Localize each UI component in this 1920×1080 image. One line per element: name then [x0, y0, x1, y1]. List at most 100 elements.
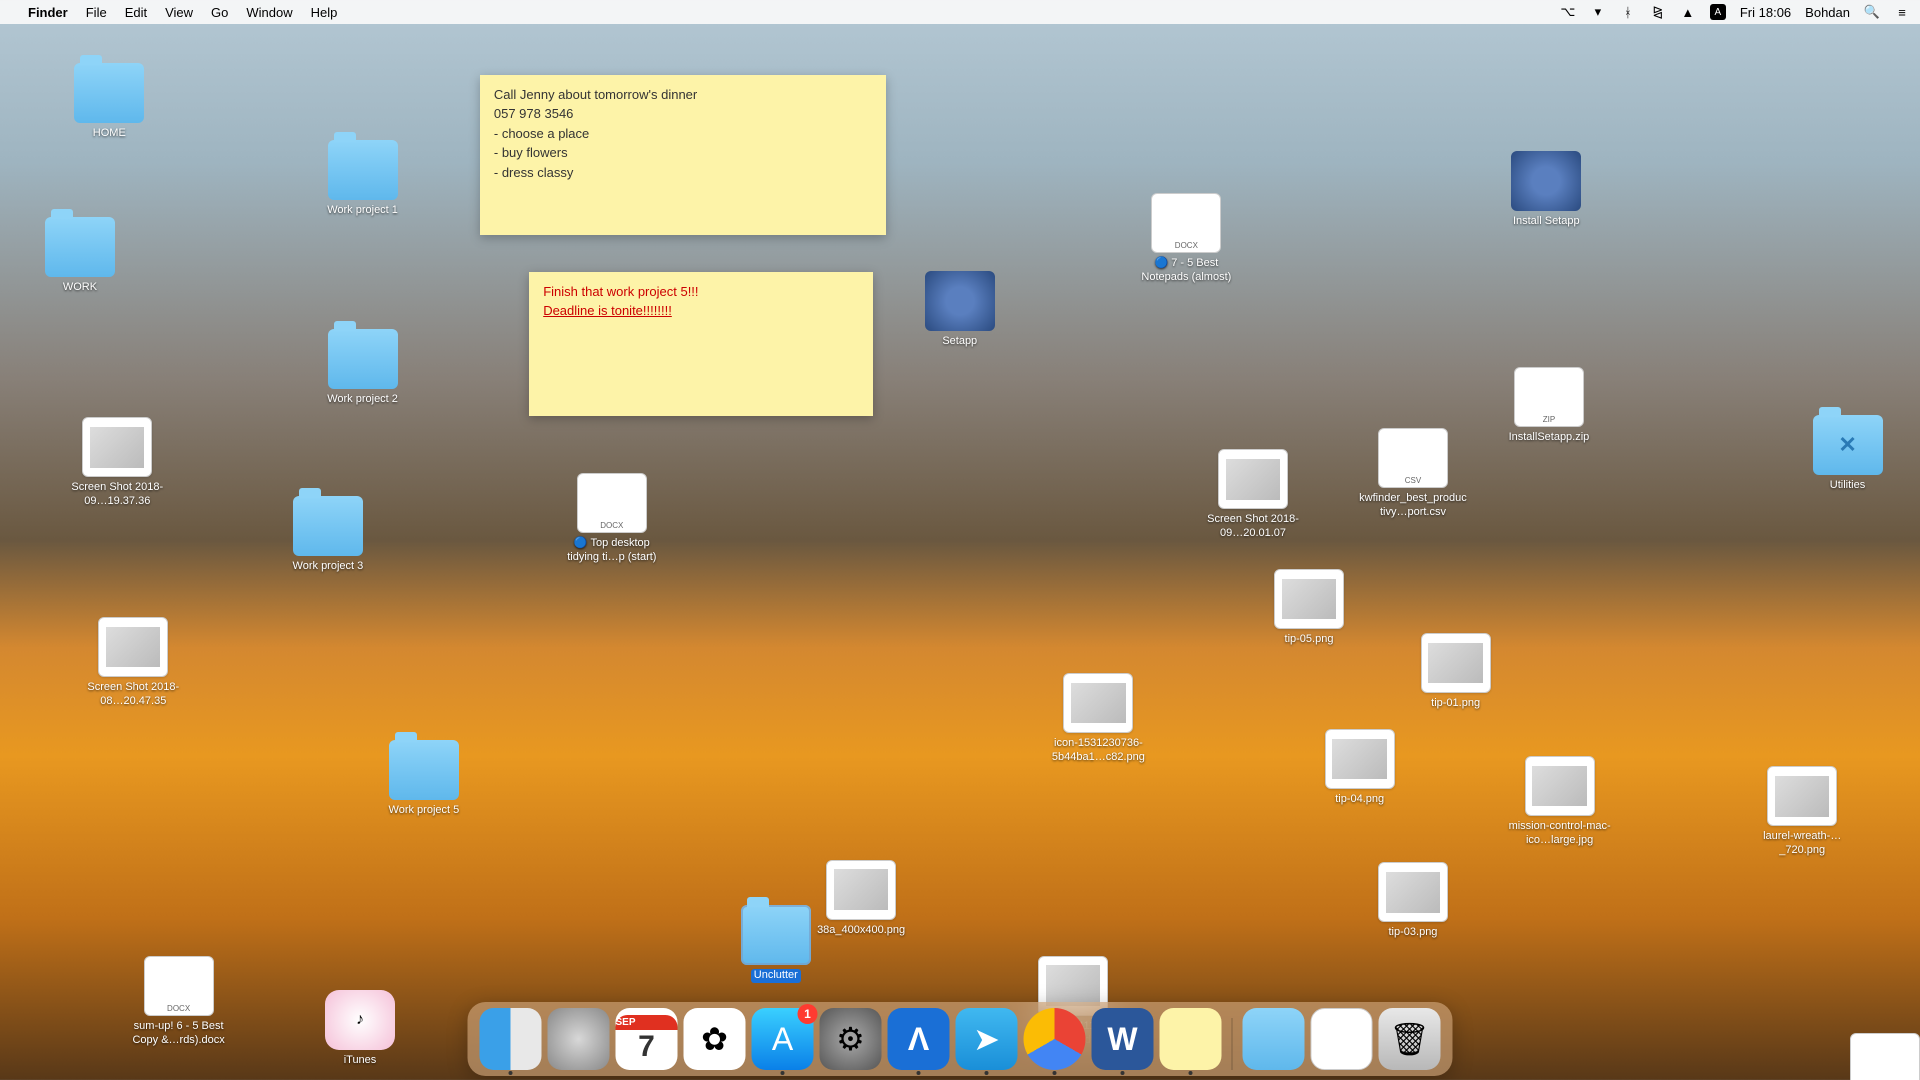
folder-icon — [293, 496, 363, 556]
desktop-item-label: Unclutter — [751, 969, 801, 983]
dock-chrome[interactable] — [1024, 1008, 1086, 1070]
desktop-item-24[interactable]: tip-01.png — [1401, 633, 1511, 711]
folder-icon — [74, 63, 144, 123]
dock: SEP7✿A1⚙Λ➤ W 🗑 — [468, 1002, 1453, 1076]
dock-photos[interactable]: ✿ — [684, 1008, 746, 1070]
sticky-line: - dress classy — [494, 163, 873, 183]
desktop-item-19[interactable]: Screen Shot 2018-09…20.01.07 — [1198, 449, 1308, 541]
desktop-item-label: Work project 3 — [293, 560, 364, 574]
desktop-item-4[interactable]: Work project 3 — [273, 496, 383, 574]
folder-icon — [328, 140, 398, 200]
desktop-item-2[interactable]: Work project 1 — [308, 140, 418, 218]
badge: 1 — [798, 1004, 818, 1024]
desktop-item-27[interactable]: InstallSetapp.zip — [1494, 367, 1604, 445]
dock-telegram[interactable]: ➤ — [956, 1008, 1018, 1070]
desktop-item-29[interactable]: laurel-wreath-…_720.png — [1747, 766, 1857, 858]
sticky-line: Deadline is tonite!!!!!!!! — [543, 301, 859, 321]
desktop-item-1[interactable]: WORK — [25, 217, 135, 295]
dock-folder[interactable] — [1243, 1008, 1305, 1070]
desktop-item-11[interactable]: 🔵 Top desktop tidying ti…p (start) — [557, 473, 667, 565]
desktop-item-30[interactable]: Utilities — [1793, 415, 1903, 493]
docx-icon — [144, 956, 214, 1016]
image-icon — [1063, 673, 1133, 733]
desktop-item-label: Install Setapp — [1513, 215, 1580, 229]
csv-icon — [1378, 428, 1448, 488]
desktop-item-label: Screen Shot 2018-09…20.01.07 — [1198, 513, 1308, 541]
desktop-item-8[interactable]: sum-up! 6 - 5 Best Copy &…rds).docx — [124, 956, 234, 1048]
sticky-line: - choose a place — [494, 124, 873, 144]
desktop-item-label: Utilities — [1830, 479, 1865, 493]
dock-trash[interactable]: 🗑 — [1379, 1008, 1441, 1070]
desktop-item-label: tip-05.png — [1285, 633, 1334, 647]
image-icon — [1218, 449, 1288, 509]
image-icon — [82, 417, 152, 477]
desktop-item-3[interactable]: Work project 2 — [308, 329, 418, 407]
image-icon — [1378, 862, 1448, 922]
desktop-item-label: Work project 1 — [327, 204, 398, 218]
desktop-item-label: Screen Shot 2018-09…19.37.36 — [62, 481, 172, 509]
dock-doc[interactable] — [1311, 1008, 1373, 1070]
desktop-item-31[interactable]: Unclutter Note 2018-09…9.33.txt — [1830, 1033, 1920, 1080]
desktop-item-21[interactable]: tip-04.png — [1305, 729, 1415, 807]
image-icon — [1767, 766, 1837, 826]
sticky-line: Call Jenny about tomorrow's dinner — [494, 85, 873, 105]
dock-settings[interactable]: ⚙ — [820, 1008, 882, 1070]
dock-launchpad[interactable] — [548, 1008, 610, 1070]
desktop-item-22[interactable]: tip-03.png — [1358, 862, 1468, 940]
desktop-item-label: icon-1531230736-5b44ba1…c82.png — [1043, 737, 1153, 765]
sticky-note-0[interactable]: Call Jenny about tomorrow's dinner057 97… — [480, 75, 887, 235]
desktop-item-23[interactable]: kwfinder_best_productivy…port.csv — [1358, 428, 1468, 520]
desktop-item-label: HOME — [93, 127, 126, 141]
folder-icon — [328, 329, 398, 389]
dock-appstore[interactable]: A1 — [752, 1008, 814, 1070]
image-icon — [1525, 756, 1595, 816]
dock-separator — [1232, 1018, 1233, 1070]
desktop-item-label: WORK — [63, 281, 97, 295]
desktop-item-28[interactable]: mission-control-mac-ico…large.jpg — [1505, 756, 1615, 848]
desktop-item-14[interactable]: Unclutter — [721, 905, 831, 983]
sticky-note-1[interactable]: Finish that work project 5!!!Deadline is… — [529, 272, 873, 416]
sticky-line: Finish that work project 5!!! — [543, 282, 859, 302]
desktop-item-label: Screen Shot 2018-08…20.47.35 — [78, 681, 188, 709]
folder-icon — [741, 905, 811, 965]
desktop-item-15[interactable]: Setapp — [905, 271, 1015, 349]
utilities-folder-icon — [1813, 415, 1883, 475]
desktop-item-5[interactable]: Work project 5 — [369, 740, 479, 818]
docx-icon — [1151, 193, 1221, 253]
desktop-item-label: laurel-wreath-…_720.png — [1747, 830, 1857, 858]
desktop-item-label: mission-control-mac-ico…large.jpg — [1505, 820, 1615, 848]
setapp-icon — [1511, 151, 1581, 211]
desktop-item-label: sum-up! 6 - 5 Best Copy &…rds).docx — [124, 1020, 234, 1048]
desktop-item-label: tip-03.png — [1389, 926, 1438, 940]
dock-finder[interactable] — [480, 1008, 542, 1070]
setapp-icon — [925, 271, 995, 331]
sticky-line: - buy flowers — [494, 143, 873, 163]
desktop-item-18[interactable]: 🔵 7 - 5 Best Notepads (almost) — [1131, 193, 1241, 285]
desktop-item-label: 🔵 Top desktop tidying ti…p (start) — [557, 537, 667, 565]
desktop-item-itunes[interactable]: ♪ iTunes — [305, 990, 415, 1068]
zip-icon — [1514, 367, 1584, 427]
dock-word[interactable]: W — [1092, 1008, 1154, 1070]
dock-a-app[interactable]: Λ — [888, 1008, 950, 1070]
desktop[interactable]: HOME WORK Work project 1 Work project 2 Work… — [0, 0, 1920, 1080]
txt-icon — [1850, 1033, 1920, 1080]
image-icon — [826, 860, 896, 920]
dock-calendar[interactable]: SEP7 — [616, 1008, 678, 1070]
desktop-item-26[interactable]: Install Setapp — [1491, 151, 1601, 229]
desktop-item-label: InstallSetapp.zip — [1509, 431, 1590, 445]
sticky-line: 057 978 3546 — [494, 104, 873, 124]
desktop-item-0[interactable]: HOME — [54, 63, 164, 141]
desktop-item-label: Work project 2 — [327, 393, 398, 407]
desktop-item-label: kwfinder_best_productivy…port.csv — [1358, 492, 1468, 520]
desktop-item-6[interactable]: Screen Shot 2018-09…19.37.36 — [62, 417, 172, 509]
image-icon — [98, 617, 168, 677]
dock-stickies[interactable] — [1160, 1008, 1222, 1070]
desktop-item-20[interactable]: tip-05.png — [1254, 569, 1364, 647]
image-icon — [1274, 569, 1344, 629]
desktop-item-16[interactable]: icon-1531230736-5b44ba1…c82.png — [1043, 673, 1153, 765]
folder-icon — [45, 217, 115, 277]
desktop-item-7[interactable]: Screen Shot 2018-08…20.47.35 — [78, 617, 188, 709]
desktop-item-label: tip-01.png — [1431, 697, 1480, 711]
itunes-label: iTunes — [344, 1054, 377, 1068]
folder-icon — [389, 740, 459, 800]
